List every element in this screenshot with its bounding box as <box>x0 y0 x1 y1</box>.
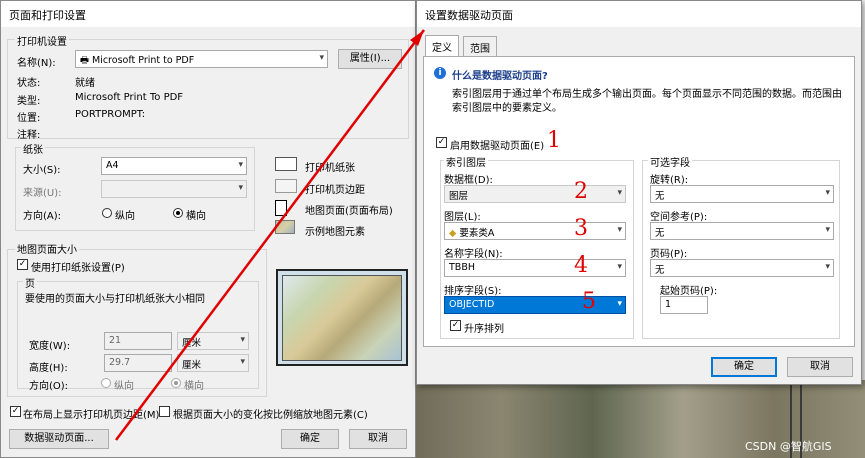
arrow-line <box>115 29 425 441</box>
watermark: CSDN @智航GIS <box>745 440 832 453</box>
annotation-arrow <box>115 29 425 441</box>
arrow-head <box>410 30 424 46</box>
